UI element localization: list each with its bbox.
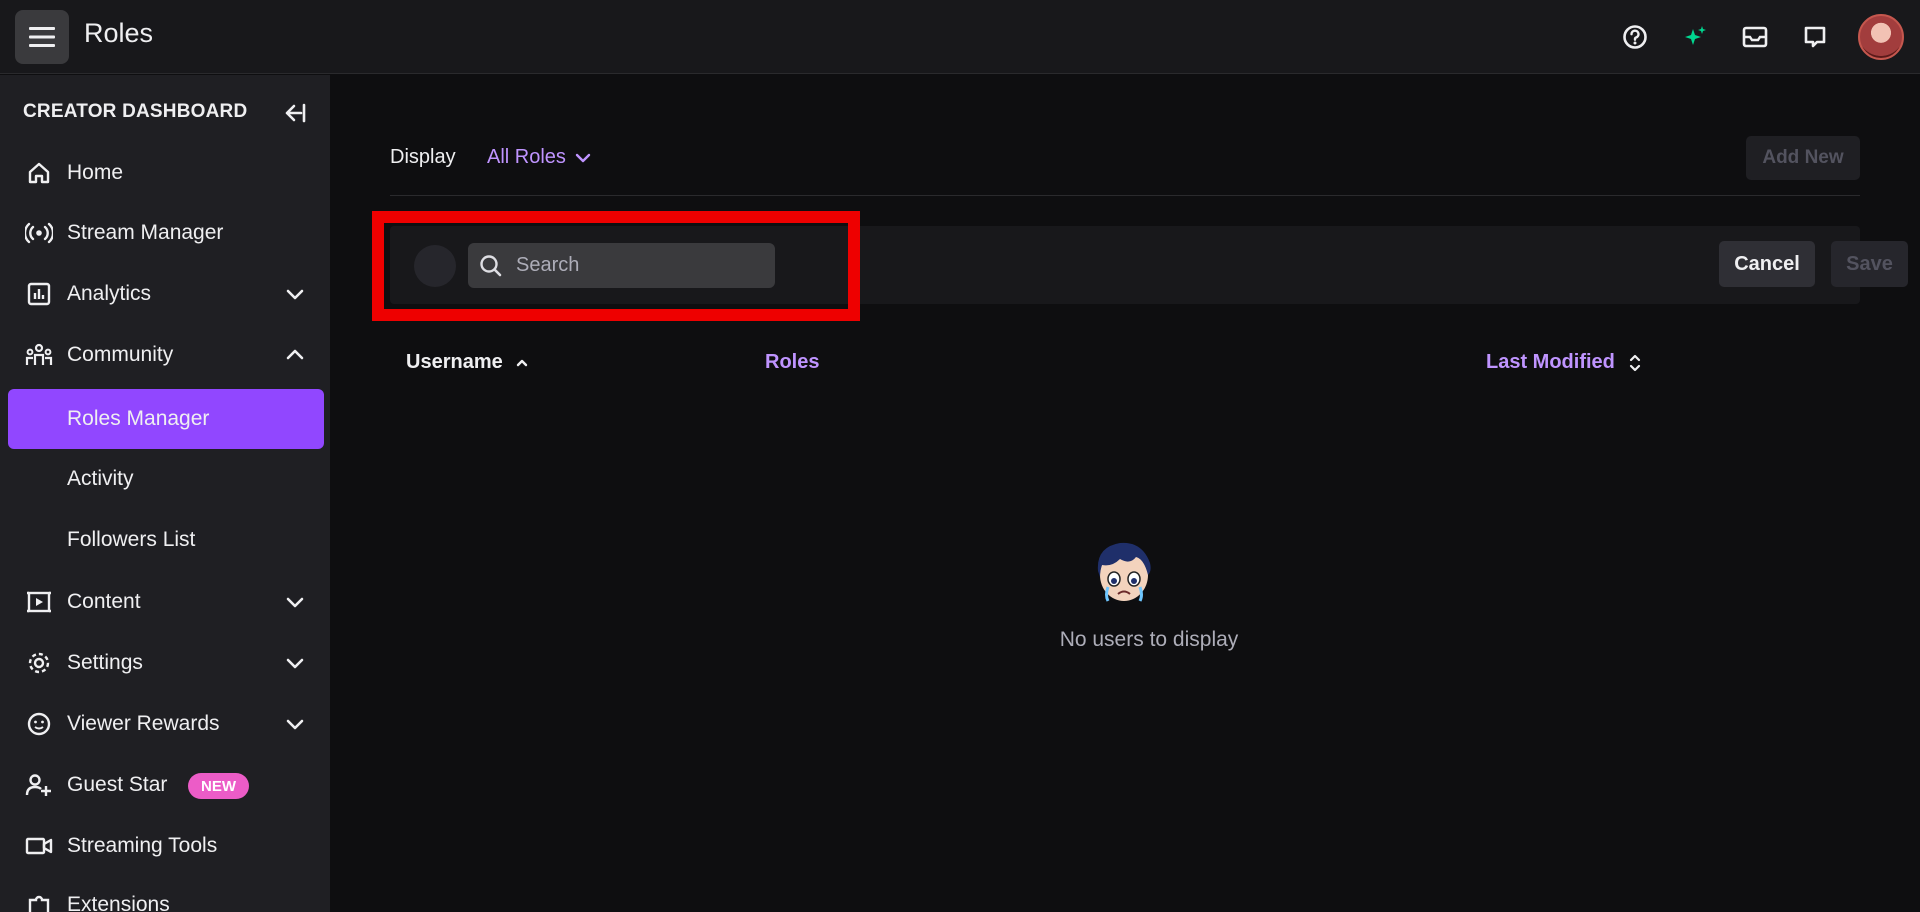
sidebar-item-label: Extensions <box>67 893 170 912</box>
chevron-down-icon <box>575 153 591 162</box>
gear-icon <box>25 649 53 677</box>
home-icon <box>25 159 53 187</box>
sidebar-item-label: Viewer Rewards <box>67 712 220 735</box>
collapse-sidebar-icon[interactable] <box>280 99 308 127</box>
roles-filter-dropdown[interactable]: All Roles <box>487 146 592 169</box>
help-button[interactable] <box>1618 20 1652 54</box>
sidebar-item-content[interactable]: Content <box>8 572 324 632</box>
user-avatar[interactable] <box>1858 14 1904 60</box>
divider <box>390 195 1860 196</box>
save-button[interactable]: Save <box>1831 241 1908 287</box>
select-all-checkbox[interactable] <box>414 245 456 287</box>
new-badge: NEW <box>188 773 249 799</box>
chevron-down-icon <box>286 597 304 608</box>
sidebar-item-stream-manager[interactable]: Stream Manager <box>8 203 324 263</box>
sidebar-item-activity[interactable]: Activity <box>8 449 324 509</box>
chevron-down-icon <box>286 658 304 669</box>
search-placeholder: Search <box>516 254 580 276</box>
cancel-button[interactable]: Cancel <box>1719 241 1815 287</box>
sidebar-item-label: Followers List <box>67 528 196 551</box>
chevron-down-icon <box>286 289 304 300</box>
sidebar-item-viewer-rewards[interactable]: Viewer Rewards <box>8 694 324 754</box>
top-bar: Roles <box>0 0 1920 74</box>
inbox-icon <box>1742 26 1768 48</box>
analytics-icon <box>25 280 53 308</box>
column-label: Username <box>406 351 503 373</box>
chevron-up-icon <box>286 349 304 360</box>
sidebar-item-label: Home <box>67 161 124 184</box>
menu-icon <box>29 27 55 47</box>
column-roles[interactable]: Roles <box>765 351 819 374</box>
chevron-down-icon <box>286 719 304 730</box>
sad-emote-icon <box>1097 542 1151 602</box>
sidebar-item-label: Activity <box>67 467 134 490</box>
sidebar-item-home[interactable]: Home <box>8 143 324 203</box>
sidebar-item-label: Streaming Tools <box>67 834 218 857</box>
main-content: Display All Roles Add New Search Cancel … <box>330 75 1920 912</box>
column-label: Last Modified <box>1486 351 1615 373</box>
menu-button[interactable] <box>15 10 69 64</box>
sidebar-item-extensions[interactable]: Extensions <box>8 875 324 912</box>
sidebar-item-streaming-tools[interactable]: Streaming Tools <box>8 816 324 876</box>
search-icon <box>480 254 502 276</box>
empty-state-message: No users to display <box>1059 628 1239 651</box>
column-label: Roles <box>765 351 820 373</box>
sidebar-item-label: Guest Star <box>67 773 168 796</box>
content-icon <box>25 588 53 616</box>
sort-icon <box>1629 354 1640 371</box>
roles-filter-value: All Roles <box>487 146 566 168</box>
inbox-button[interactable] <box>1738 20 1772 54</box>
sidebar: CREATOR DASHBOARD Home Stream Manager An… <box>0 75 330 912</box>
sparkle-icon <box>1685 26 1706 45</box>
sidebar-item-analytics[interactable]: Analytics <box>8 264 324 324</box>
sidebar-item-label: Stream Manager <box>67 221 224 244</box>
sidebar-item-label: Community <box>67 343 174 366</box>
puzzle-icon <box>25 891 53 912</box>
whispers-icon <box>1804 26 1826 48</box>
sidebar-item-followers-list[interactable]: Followers List <box>8 510 324 570</box>
add-new-button[interactable]: Add New <box>1746 136 1860 180</box>
broadcast-icon <box>25 219 53 247</box>
add-user-icon <box>25 771 53 799</box>
page-title: Roles <box>84 18 154 48</box>
sidebar-item-roles-manager[interactable]: Roles Manager <box>8 389 324 449</box>
sidebar-header: CREATOR DASHBOARD <box>23 101 248 122</box>
display-label: Display <box>390 146 456 168</box>
sidebar-item-label: Roles Manager <box>67 407 210 430</box>
camera-icon <box>25 832 53 860</box>
column-last-modified[interactable]: Last Modified <box>1486 351 1643 374</box>
sidebar-item-label: Analytics <box>67 282 152 305</box>
prime-loot-button[interactable] <box>1678 20 1712 54</box>
column-username[interactable]: Username <box>406 351 529 374</box>
sidebar-item-settings[interactable]: Settings <box>8 633 324 693</box>
sort-ascending-icon <box>516 359 527 366</box>
help-icon <box>1623 25 1647 49</box>
smile-icon <box>25 710 53 738</box>
sidebar-item-label: Content <box>67 590 141 613</box>
sidebar-item-guest-star[interactable]: Guest Star NEW <box>8 755 324 815</box>
sidebar-item-label: Settings <box>67 651 143 674</box>
whispers-button[interactable] <box>1798 20 1832 54</box>
sidebar-item-community[interactable]: Community <box>8 325 324 385</box>
community-icon <box>25 341 53 369</box>
search-input[interactable]: Search <box>468 243 775 288</box>
search-toolbar: Search Cancel Save <box>390 226 1908 304</box>
